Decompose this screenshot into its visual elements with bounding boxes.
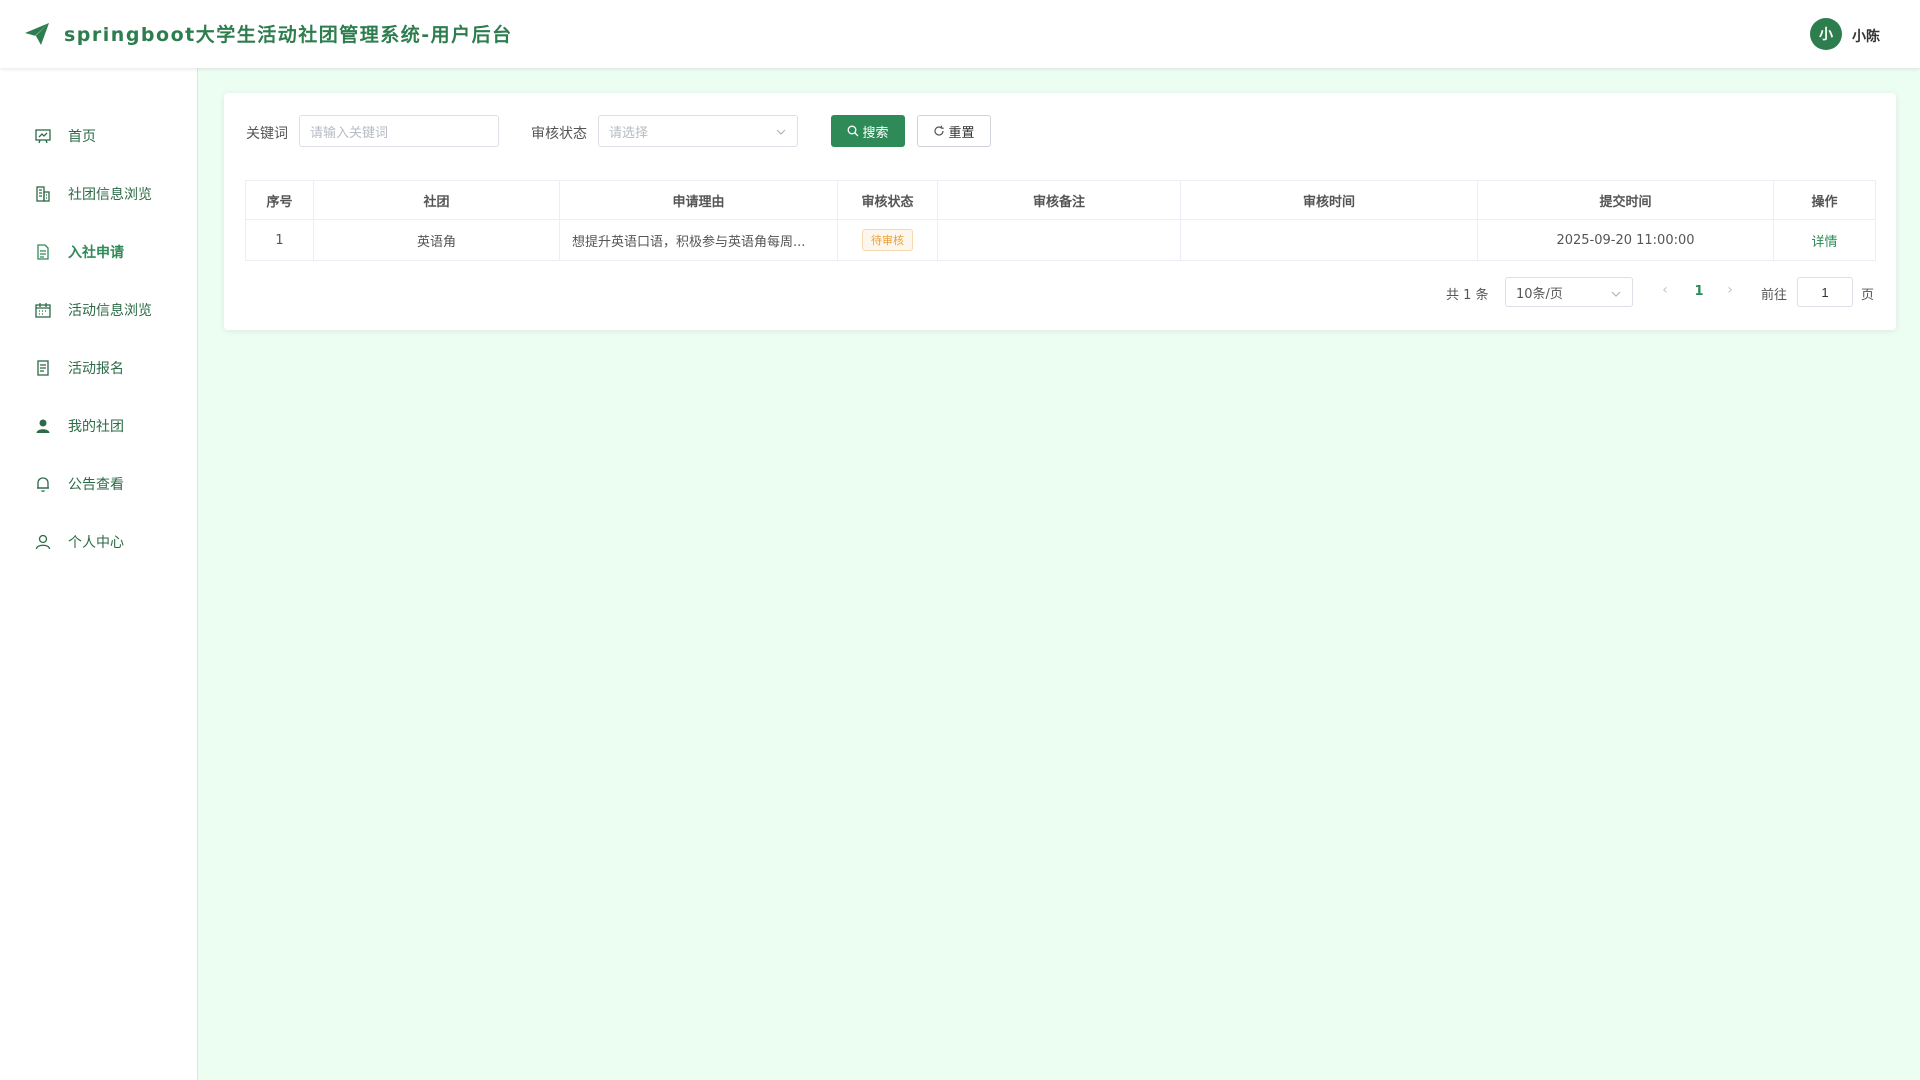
pagination-total: 共 1 条 — [1446, 288, 1489, 303]
page-size-select[interactable]: 10条/页 — [1505, 277, 1633, 307]
sidebar-item-label: 活动信息浏览 — [68, 303, 152, 319]
sidebar-item-label: 入社申请 — [68, 245, 124, 261]
sidebar-item-label: 活动报名 — [68, 361, 124, 377]
prev-page-button[interactable]: ‹ — [1658, 282, 1672, 302]
column-header[interactable]: 审核备注 — [937, 180, 1181, 220]
status-select[interactable]: 请选择 — [598, 115, 798, 147]
user-solid-icon — [36, 419, 50, 433]
cell-reason: 想提升英语口语，积极参与英语角每周... — [559, 219, 838, 261]
cell-action: 详情 — [1773, 219, 1876, 261]
keyword-label: 关键词 — [246, 126, 288, 142]
cell-review-time — [1180, 219, 1478, 261]
reset-button[interactable]: 重置 — [917, 115, 991, 147]
column-header[interactable]: 序号 — [245, 180, 314, 220]
column-header[interactable]: 操作 — [1773, 180, 1876, 220]
column-header[interactable]: 申请理由 — [559, 180, 838, 220]
sidebar-item-label: 我的社团 — [68, 419, 124, 435]
sidebar-item-notice[interactable]: 公告查看 — [0, 464, 198, 504]
paper-plane-icon — [25, 23, 49, 45]
sidebar-item-home[interactable]: 首页 — [0, 116, 198, 156]
sidebar: 首页 社团信息浏览 入社申请 活动信息浏览 活动报名 我的社团 公告查看 个人中… — [0, 68, 198, 1080]
top-header: springboot大学生活动社团管理系统-用户后台 小 小陈 — [0, 0, 1920, 68]
chart-board-icon — [35, 129, 51, 144]
app-title: springboot大学生活动社团管理系统-用户后台 — [64, 24, 513, 46]
refresh-icon — [934, 125, 945, 136]
cell-remark — [937, 219, 1181, 261]
sidebar-item-label: 社团信息浏览 — [68, 187, 152, 203]
table-row: 1 英语角 想提升英语口语，积极参与英语角每周... 待审核 2025-09-2… — [245, 219, 1876, 261]
sidebar-item-label: 公告查看 — [68, 477, 124, 493]
keyword-input[interactable]: 请输入关键词 — [299, 115, 499, 147]
sidebar-item-club-info[interactable]: 社团信息浏览 — [0, 174, 198, 214]
sidebar-item-label: 首页 — [68, 129, 96, 145]
status-label: 审核状态 — [531, 126, 587, 142]
goto-page-input[interactable] — [1797, 277, 1853, 307]
sidebar-item-my-club[interactable]: 我的社团 — [0, 406, 198, 446]
sidebar-item-join-apply[interactable]: 入社申请 — [0, 232, 198, 272]
chevron-down-icon — [776, 129, 786, 135]
user-icon — [35, 534, 51, 550]
search-button[interactable]: 搜索 — [831, 115, 905, 147]
goto-label: 前往 — [1761, 288, 1788, 303]
table-header-row: 序号 社团 申请理由 审核状态 审核备注 审核时间 提交时间 操作 — [245, 180, 1876, 220]
search-button-label: 搜索 — [862, 125, 889, 141]
reset-button-label: 重置 — [948, 125, 975, 141]
next-page-button[interactable]: › — [1723, 282, 1737, 302]
calendar-icon — [35, 303, 51, 318]
search-icon — [848, 125, 859, 137]
column-header[interactable]: 审核状态 — [837, 180, 938, 220]
column-header[interactable]: 提交时间 — [1477, 180, 1774, 220]
cell-index: 1 — [245, 219, 314, 261]
column-header[interactable]: 审核时间 — [1180, 180, 1478, 220]
cell-status: 待审核 — [837, 219, 938, 261]
user-name[interactable]: 小陈 — [1852, 26, 1880, 46]
cell-club: 英语角 — [313, 219, 560, 261]
sidebar-item-label: 个人中心 — [68, 535, 124, 551]
document-icon — [37, 244, 49, 260]
status-placeholder: 请选择 — [609, 125, 649, 141]
content-card: 关键词 请输入关键词 审核状态 请选择 搜索 重置 序号 社团 申请理由 审核状… — [224, 93, 1896, 330]
page-suffix: 页 — [1861, 288, 1875, 303]
applications-table: 序号 社团 申请理由 审核状态 审核备注 审核时间 提交时间 操作 1 英语角 … — [245, 180, 1876, 261]
column-header[interactable]: 社团 — [313, 180, 560, 220]
cell-submit-time: 2025-09-20 11:00:00 — [1477, 219, 1774, 261]
page-number-current[interactable]: 1 — [1689, 284, 1709, 299]
building-icon — [36, 186, 50, 202]
sidebar-item-activity-info[interactable]: 活动信息浏览 — [0, 290, 198, 330]
page-size-value: 10条/页 — [1516, 286, 1563, 302]
tickets-icon — [37, 360, 49, 376]
bell-icon — [37, 477, 49, 492]
sidebar-item-activity-signup[interactable]: 活动报名 — [0, 348, 198, 388]
sidebar-item-profile[interactable]: 个人中心 — [0, 522, 198, 562]
keyword-placeholder: 请输入关键词 — [310, 125, 389, 141]
status-badge: 待审核 — [862, 229, 913, 251]
chevron-down-icon — [1611, 291, 1621, 297]
detail-link[interactable]: 详情 — [1811, 235, 1837, 250]
avatar[interactable]: 小 — [1810, 18, 1842, 50]
